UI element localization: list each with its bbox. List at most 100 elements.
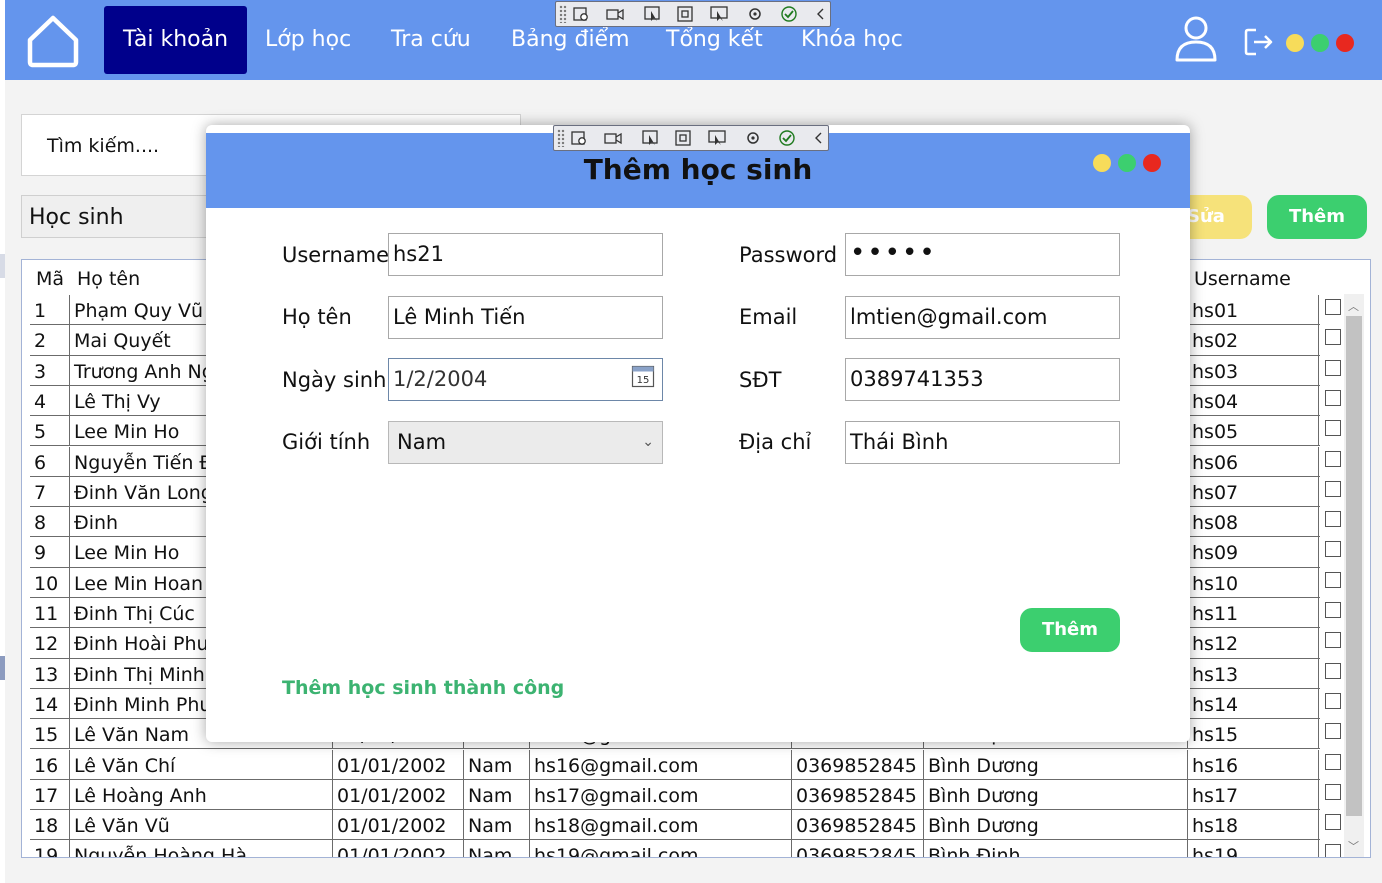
row-checkbox[interactable] [1325, 662, 1341, 679]
select-element-icon[interactable] [644, 6, 662, 22]
dia-chi-label: Địa chỉ [739, 430, 812, 454]
email-input[interactable]: lmtien@gmail.com [845, 296, 1120, 339]
row-checkbox[interactable] [1325, 389, 1341, 406]
live-tree-icon[interactable] [570, 130, 588, 146]
row-checkbox[interactable] [1325, 602, 1341, 618]
cell-username: hs05 [1188, 416, 1319, 446]
hot-reload-ok-icon[interactable] [778, 130, 796, 146]
scroll-up-icon[interactable]: ︿ [1348, 298, 1359, 314]
scroll-thumb[interactable] [1346, 316, 1362, 816]
video-icon[interactable] [604, 130, 622, 146]
binding-failures-icon[interactable] [744, 130, 762, 146]
row-checkbox[interactable] [1325, 571, 1341, 588]
gioi-tinh-label: Giới tính [282, 430, 371, 454]
cell-username: hs12 [1188, 628, 1319, 658]
dialog-maximize-dot[interactable] [1118, 154, 1136, 172]
cell-dia-chi: Bình Dương [924, 779, 1188, 810]
submit-add-button[interactable]: Thêm [1020, 608, 1120, 652]
role-select[interactable]: Học sinh [21, 195, 221, 238]
select-element-icon[interactable] [642, 130, 660, 146]
dialog-close-dot[interactable] [1143, 154, 1161, 172]
row-checkbox[interactable] [1325, 299, 1341, 315]
vertical-scrollbar[interactable]: ︿ ﹀ [1344, 294, 1364, 857]
live-tree-icon[interactable] [572, 6, 590, 22]
maximize-dot[interactable] [1311, 34, 1329, 52]
cell-email: hs16@gmail.com [530, 749, 792, 779]
minimize-dot[interactable] [1286, 34, 1304, 52]
table-row[interactable]: 17 Lê Hoàng Anh 01/01/2002 Nam hs17@gmail.co… [30, 779, 1320, 811]
nav-tai-khoan[interactable]: Tài khoản [104, 6, 248, 74]
row-checkbox[interactable] [1325, 420, 1341, 437]
display-adorners-icon[interactable] [674, 130, 692, 146]
row-checkbox[interactable] [1325, 723, 1341, 740]
cell-ma: 1 [30, 295, 70, 325]
row-checkbox[interactable] [1325, 814, 1341, 831]
cell-username: hs16 [1188, 749, 1319, 779]
cell-dia-chi: Bình Dương [924, 749, 1188, 779]
cell-sdt: 0369852845 [792, 749, 924, 779]
cell-ma: 6 [30, 446, 70, 476]
gioi-tinh-select[interactable]: Nam ⌄ [388, 421, 663, 464]
row-checkbox[interactable] [1325, 480, 1341, 497]
table-row[interactable]: 19 Nguyễn Hoàng Hà 01/01/2002 Nam hs19@gmail… [30, 840, 1320, 857]
collapse-chevron-icon[interactable] [810, 130, 828, 146]
track-focus-icon[interactable] [708, 130, 726, 146]
cell-username: hs02 [1188, 325, 1319, 355]
add-button[interactable]: Thêm [1267, 195, 1367, 239]
collapse-chevron-icon[interactable] [812, 6, 830, 22]
header-username[interactable]: Username [1194, 260, 1291, 295]
calendar-icon[interactable]: 15 [631, 364, 655, 388]
sdt-input[interactable]: 0389741353 [845, 358, 1120, 401]
cell-dia-chi: Bình Dương [924, 810, 1188, 840]
row-checkbox[interactable] [1325, 329, 1341, 346]
row-checkbox[interactable] [1325, 541, 1341, 558]
hot-reload-ok-icon[interactable] [780, 6, 798, 22]
header-ma[interactable]: Mã [36, 260, 64, 295]
user-icon[interactable] [1173, 14, 1219, 64]
cell-ho-ten: Nguyễn Hoàng Hà [70, 840, 333, 857]
table-row[interactable]: 18 Lê Văn Vũ 01/01/2002 Nam hs18@gmail.com 03… [30, 810, 1320, 841]
cell-gioi-tinh: Nam [464, 779, 530, 810]
email-label: Email [739, 305, 798, 329]
video-icon[interactable] [606, 6, 624, 22]
search-placeholder: Tìm kiếm.... [47, 135, 160, 157]
nav-lop-hoc[interactable]: Lớp học [246, 6, 370, 74]
close-dot[interactable] [1336, 34, 1354, 52]
dia-chi-input[interactable]: Thái Bình [845, 421, 1120, 464]
ho-ten-input[interactable]: Lê Minh Tiến [388, 296, 663, 339]
nav-tra-cuu[interactable]: Tra cứu [372, 6, 490, 74]
cell-username: hs07 [1188, 476, 1319, 507]
track-focus-icon[interactable] [710, 6, 728, 22]
username-input[interactable]: hs21 [388, 233, 663, 276]
table-row[interactable]: 16 Lê Văn Chí 01/01/2002 Nam hs16@gmail.com 0… [30, 749, 1320, 780]
sdt-value: 0389741353 [850, 367, 984, 391]
cell-ma: 13 [30, 658, 70, 688]
home-icon[interactable] [25, 14, 81, 68]
scroll-down-icon[interactable]: ﹀ [1348, 838, 1359, 854]
cell-ma: 14 [30, 688, 70, 719]
cell-gioi-tinh: Nam [464, 749, 530, 779]
ngay-sinh-label: Ngày sinh [282, 368, 387, 392]
cell-ngay-sinh: 01/01/2002 [333, 749, 464, 779]
password-label: Password [739, 243, 838, 267]
cell-email: hs19@gmail.com [530, 840, 792, 857]
header-ho-ten[interactable]: Họ tên [77, 260, 140, 295]
row-checkbox[interactable] [1325, 511, 1341, 528]
row-checkbox[interactable] [1325, 359, 1341, 376]
cell-ma: 8 [30, 507, 70, 537]
row-checkbox[interactable] [1325, 632, 1341, 649]
dialog-minimize-dot[interactable] [1093, 154, 1111, 172]
row-checkbox[interactable] [1325, 753, 1341, 770]
display-adorners-icon[interactable] [676, 6, 694, 22]
ngay-sinh-datepicker[interactable]: 1/2/2004 15 [388, 358, 663, 401]
row-checkbox[interactable] [1325, 783, 1341, 800]
logout-icon[interactable] [1243, 26, 1275, 58]
chevron-down-icon: ⌄ [642, 434, 654, 450]
cell-ma: 18 [30, 810, 70, 840]
binding-failures-icon[interactable] [746, 6, 764, 22]
cell-username: hs13 [1188, 658, 1319, 688]
row-checkbox[interactable] [1325, 450, 1341, 467]
row-checkbox[interactable] [1325, 692, 1341, 709]
password-input[interactable]: ••••• [845, 233, 1120, 276]
row-checkbox[interactable] [1325, 844, 1341, 857]
